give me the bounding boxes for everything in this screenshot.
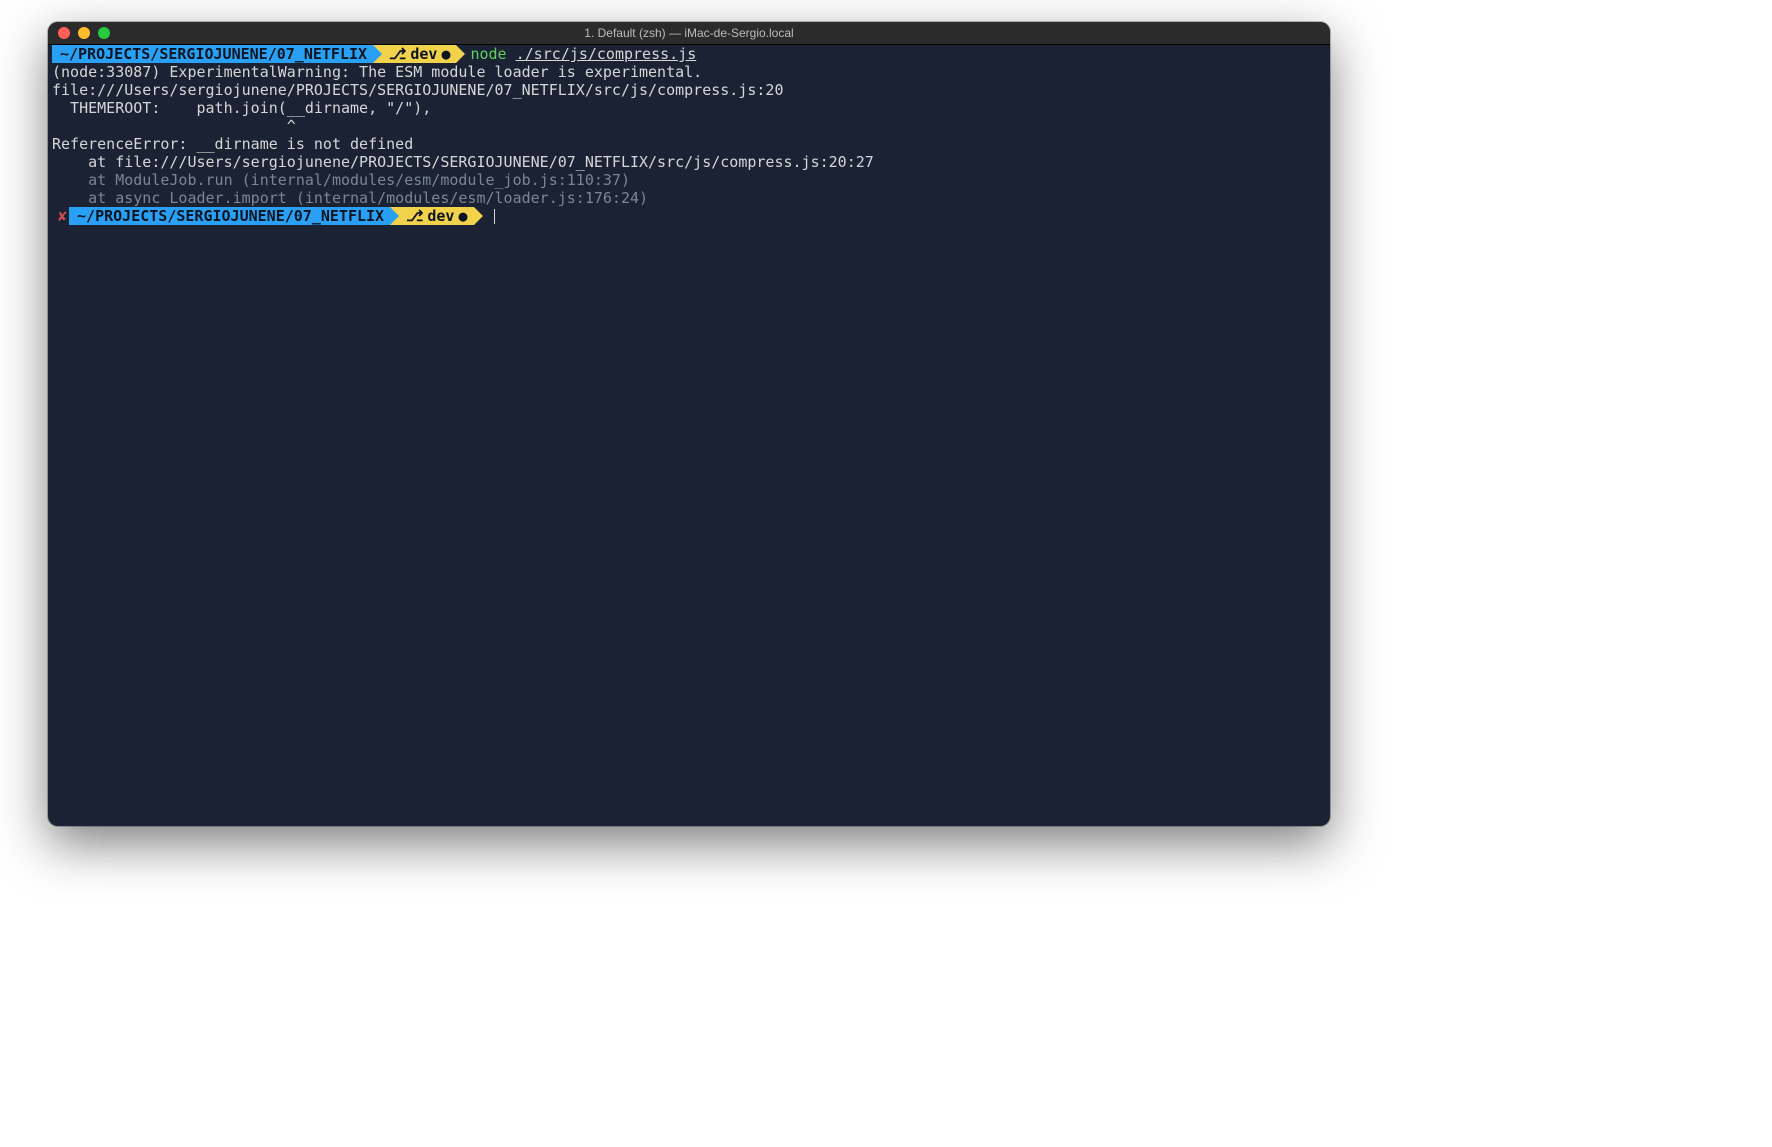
prompt-branch: dev [410,45,437,63]
output-line: file:///Users/sergiojunene/PROJECTS/SERG… [48,81,1330,99]
output-line-dim: at ModuleJob.run (internal/modules/esm/m… [48,171,1330,189]
output-line: at file:///Users/sergiojunene/PROJECTS/S… [48,153,1330,171]
command-entered: node ./src/js/compress.js [456,45,696,63]
prompt-line-2[interactable]: ✘ ~/PROJECTS/SERGIOJUNENE/07_NETFLIX ⎇ d… [48,207,1330,225]
traffic-lights [48,27,110,39]
terminal-window: 1. Default (zsh) — iMac-de-Sergio.local … [48,22,1330,826]
prompt-branch-segment: ⎇ dev ● [390,207,473,225]
minimize-button[interactable] [78,27,90,39]
close-button[interactable] [58,27,70,39]
prompt-branch-segment: ⎇ dev ● [373,45,456,63]
output-line-dim: at async Loader.import (internal/modules… [48,189,1330,207]
exit-status-icon: ✘ [48,207,69,225]
prompt-path: ~/PROJECTS/SERGIOJUNENE/07_NETFLIX [77,207,384,225]
command-name: node [470,45,506,63]
prompt-path: ~/PROJECTS/SERGIOJUNENE/07_NETFLIX [60,45,367,63]
terminal-body[interactable]: ~/PROJECTS/SERGIOJUNENE/07_NETFLIX ⎇ dev… [48,45,1330,826]
git-dirty-icon: ● [458,207,467,225]
git-branch-icon: ⎇ [389,45,406,63]
output-line: ReferenceError: __dirname is not defined [48,135,1330,153]
prompt-path-segment: ~/PROJECTS/SERGIOJUNENE/07_NETFLIX [52,45,373,63]
prompt-path-segment: ~/PROJECTS/SERGIOJUNENE/07_NETFLIX [69,207,390,225]
titlebar: 1. Default (zsh) — iMac-de-Sergio.local [48,22,1330,45]
output-line: THEMEROOT: path.join(__dirname, "/"), [48,99,1330,117]
prompt-branch: dev [427,207,454,225]
command-argument: ./src/js/compress.js [516,45,697,63]
maximize-button[interactable] [98,27,110,39]
output-line: (node:33087) ExperimentalWarning: The ES… [48,63,1330,81]
output-line: ^ [48,117,1330,135]
git-dirty-icon: ● [441,45,450,63]
window-title: 1. Default (zsh) — iMac-de-Sergio.local [48,26,1330,40]
prompt-line-1: ~/PROJECTS/SERGIOJUNENE/07_NETFLIX ⎇ dev… [48,45,1330,63]
text-cursor [494,209,495,224]
git-branch-icon: ⎇ [406,207,423,225]
